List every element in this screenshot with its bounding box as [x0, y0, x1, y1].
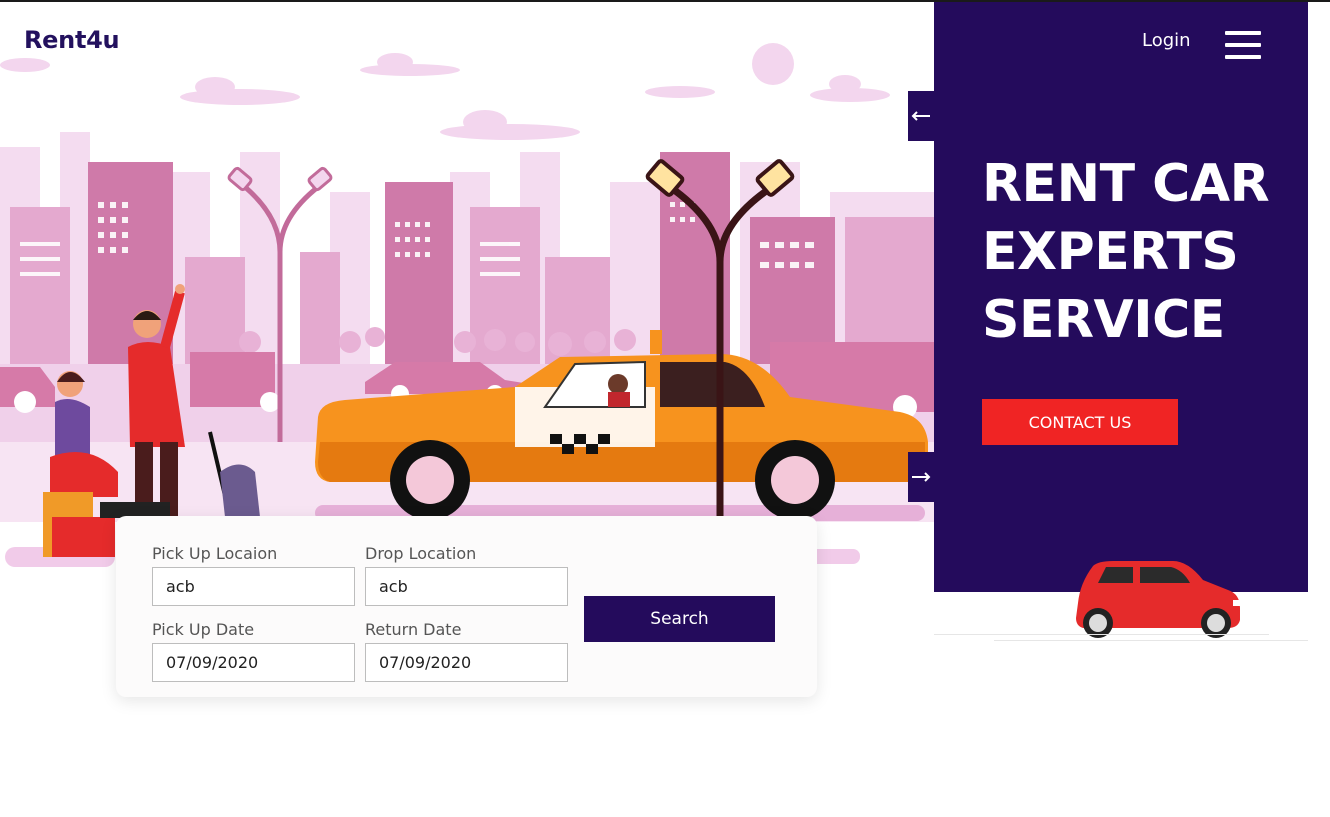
search-form-card: Pick Up Locaion Drop Location Pick Up Da…: [116, 516, 817, 697]
return-date-label: Return Date: [365, 620, 462, 639]
login-link[interactable]: Login: [1142, 30, 1191, 51]
pickup-date-label: Pick Up Date: [152, 620, 255, 639]
city-taxi-illustration: [0, 43, 934, 567]
drop-location-label: Drop Location: [365, 544, 477, 563]
drop-location-input[interactable]: [365, 567, 568, 606]
return-date-input[interactable]: [365, 643, 568, 682]
red-car-image: [1076, 561, 1241, 638]
headline-line: RENT CAR: [982, 154, 1270, 214]
pickup-date-input[interactable]: [152, 643, 355, 682]
arrow-right-icon[interactable]: [908, 452, 934, 502]
hero-headline: RENT CAR EXPERTS SERVICE: [982, 150, 1302, 354]
brand-logo[interactable]: Rent4u: [24, 26, 120, 54]
contact-us-button[interactable]: CONTACT US: [982, 399, 1178, 445]
headline-line: EXPERTS: [982, 222, 1239, 282]
search-button[interactable]: Search: [584, 596, 775, 642]
arrow-left-icon[interactable]: [908, 91, 934, 141]
hamburger-menu-icon[interactable]: [1225, 31, 1261, 59]
sun: [752, 43, 794, 85]
headline-line: SERVICE: [982, 290, 1225, 350]
road-line: [934, 634, 1269, 635]
road-line: [994, 640, 1308, 641]
pickup-location-input[interactable]: [152, 567, 355, 606]
pickup-location-label: Pick Up Locaion: [152, 544, 278, 563]
